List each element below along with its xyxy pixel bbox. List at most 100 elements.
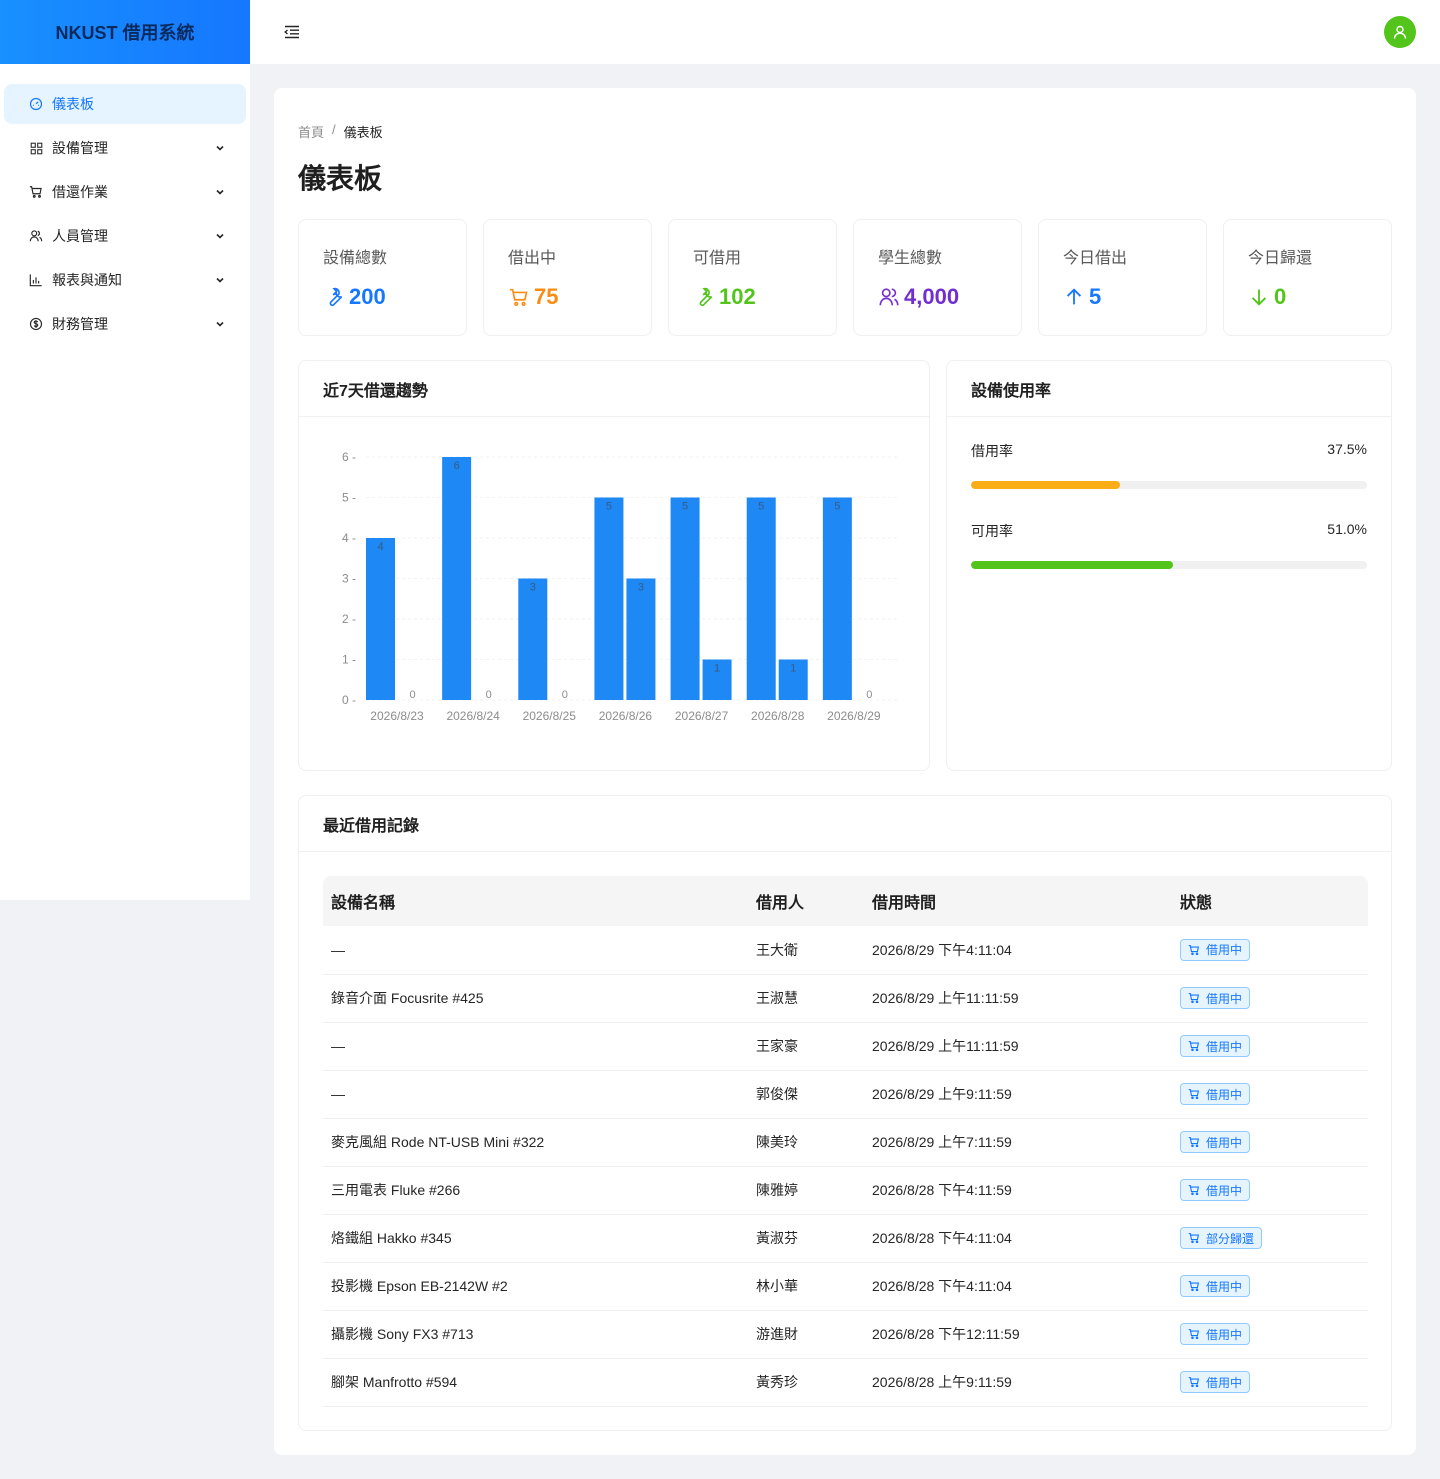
status-badge[interactable]: 借用中 <box>1180 1323 1251 1345</box>
cell-status: 借用中 <box>1172 1118 1368 1167</box>
user-icon <box>1393 25 1407 39</box>
column-header-time[interactable]: 借用時間 <box>864 876 1172 926</box>
bar-data-label: 0 <box>486 689 492 701</box>
cell-borrow-time: 2026/8/28 下午4:11:04 <box>864 1214 1172 1263</box>
breadcrumb-home[interactable]: 首頁 <box>298 122 324 141</box>
table-header-row: 設備名稱 借用人 借用時間 狀態 <box>323 876 1368 926</box>
shopping-cart-icon <box>28 184 44 200</box>
status-badge[interactable]: 借用中 <box>1180 1131 1251 1153</box>
page-title: 儀表板 <box>298 163 383 194</box>
sidebar-item-finance[interactable]: 財務管理 <box>4 304 246 344</box>
cell-borrower: 王家豪 <box>748 1022 864 1071</box>
progress-fill-borrow-rate <box>971 481 1120 489</box>
cell-borrower: 王淑慧 <box>748 974 864 1023</box>
x-tick-label: 2026/8/23 <box>370 709 424 723</box>
trend-card: 近7天借還趨勢 0 - 1 - 2 - 3 - 4 - 5 - 6 - 4 0 2026/8/23… <box>298 360 930 771</box>
status-badge[interactable]: 借用中 <box>1180 1035 1251 1057</box>
column-header-status[interactable]: 狀態 <box>1172 876 1368 926</box>
shopping-cart-icon <box>509 288 528 306</box>
dollar-icon <box>28 316 44 332</box>
usage-label: 借用率 <box>971 443 1013 459</box>
usage-card-title: 設備使用率 <box>947 361 1391 417</box>
cell-borrow-time: 2026/8/28 上午9:11:59 <box>864 1358 1172 1407</box>
bar <box>626 578 656 700</box>
stat-number: 0 <box>1274 284 1287 309</box>
bar-data-label: 3 <box>530 582 536 594</box>
cell-status: 借用中 <box>1172 926 1368 975</box>
cell-equipment-name: 三用電表 Fluke #266 <box>323 1166 748 1215</box>
table-row: — 王大衛 2026/8/29 下午4:11:04 借用中 <box>323 926 1368 975</box>
records-body: — 王大衛 2026/8/29 下午4:11:04 借用中 錄音介面 Focusrite… <box>323 926 1368 1407</box>
shopping-cart-icon <box>1188 1040 1200 1052</box>
cell-borrower: 王大衛 <box>748 926 864 975</box>
main-content: 首頁 / 儀表板 儀表板 設備總數 200 借出中 75 可借用 102 學生總… <box>274 88 1416 1455</box>
cell-equipment-name: — <box>323 926 748 975</box>
x-tick-label: 2026/8/28 <box>751 709 805 723</box>
menu-fold-button[interactable] <box>282 22 302 42</box>
status-badge[interactable]: 借用中 <box>1180 1275 1251 1297</box>
bar-data-label: 1 <box>714 663 720 675</box>
stat-card-today-returned: 今日歸還 0 <box>1223 219 1392 336</box>
shopping-cart-icon <box>1188 1232 1200 1244</box>
breadcrumb: 首頁 / 儀表板 <box>298 122 1392 141</box>
sidebar-item-label: 財務管理 <box>52 316 108 332</box>
x-tick-label: 2026/8/29 <box>827 709 881 723</box>
bar-data-label: 5 <box>682 501 688 513</box>
team-icon <box>879 288 899 306</box>
dashboard-icon <box>28 96 44 112</box>
status-badge[interactable]: 借用中 <box>1180 1371 1251 1393</box>
records-table: 設備名稱 借用人 借用時間 狀態 — 王大衛 2026/8/29 下午4:11:04… <box>323 876 1368 1407</box>
stat-value: 102 <box>693 284 812 310</box>
y-tick-label: 3 - <box>342 572 356 586</box>
stat-value: 200 <box>323 284 442 310</box>
stat-number: 5 <box>1089 284 1102 309</box>
table-row: 三用電表 Fluke #266 陳雅婷 2026/8/28 下午4:11:59 借用中 <box>323 1166 1368 1215</box>
cell-borrow-time: 2026/8/28 下午4:11:59 <box>864 1166 1172 1215</box>
bar-data-label: 0 <box>866 689 872 701</box>
usage-body: 借用率 37.5% 可用率 51.0% <box>947 417 1391 625</box>
shopping-cart-icon <box>1188 1088 1200 1100</box>
stat-title: 借出中 <box>508 250 557 267</box>
tool-icon <box>699 287 713 307</box>
bar-data-label: 6 <box>454 460 460 472</box>
sidebar-item-reports[interactable]: 報表與通知 <box>4 260 246 300</box>
user-avatar[interactable] <box>1384 16 1416 48</box>
stats-row: 設備總數 200 借出中 75 可借用 102 學生總數 4,000 今日借出 … <box>298 219 1392 336</box>
appstore-icon <box>28 140 44 156</box>
y-tick-label: 6 - <box>342 450 356 464</box>
status-badge[interactable]: 借用中 <box>1180 1179 1251 1201</box>
shopping-cart-icon <box>1188 1136 1200 1148</box>
stat-card-today-borrowed: 今日借出 5 <box>1038 219 1207 336</box>
cell-status: 借用中 <box>1172 1310 1368 1359</box>
table-row: 麥克風組 Rode NT-USB Mini #322 陳美玲 2026/8/29 上… <box>323 1118 1368 1167</box>
sidebar-item-equipment[interactable]: 設備管理 <box>4 128 246 168</box>
cell-equipment-name: 投影機 Epson EB-2142W #2 <box>323 1262 748 1311</box>
status-label: 借用中 <box>1206 991 1243 1006</box>
y-tick-label: 2 - <box>342 612 356 626</box>
usage-label: 可用率 <box>971 523 1013 539</box>
cell-borrower: 黃淑芬 <box>748 1214 864 1263</box>
column-header-borrower[interactable]: 借用人 <box>748 876 864 926</box>
table-row: — 郭俊傑 2026/8/29 上午9:11:59 借用中 <box>323 1070 1368 1119</box>
column-header-name[interactable]: 設備名稱 <box>323 876 748 926</box>
sidebar-item-borrow-return[interactable]: 借還作業 <box>4 172 246 212</box>
cell-borrow-time: 2026/8/29 上午9:11:59 <box>864 1070 1172 1119</box>
cell-borrower: 林小華 <box>748 1262 864 1311</box>
records-card: 最近借用記錄 設備名稱 借用人 借用時間 狀態 — 王大衛 2026/8/29 下午… <box>298 795 1392 1431</box>
sidebar-item-personnel[interactable]: 人員管理 <box>4 216 246 256</box>
stat-number: 200 <box>349 284 386 309</box>
status-badge[interactable]: 借用中 <box>1180 987 1251 1009</box>
top-header <box>250 0 1440 64</box>
stat-title: 設備總數 <box>323 250 388 267</box>
cell-equipment-name: 烙鐵組 Hakko #345 <box>323 1214 748 1263</box>
bar-data-label: 5 <box>758 501 764 513</box>
status-badge[interactable]: 借用中 <box>1180 938 1251 961</box>
status-badge[interactable]: 借用中 <box>1180 1083 1251 1105</box>
status-badge[interactable]: 部分歸還 <box>1180 1227 1263 1249</box>
stat-number: 4,000 <box>904 284 960 309</box>
app-logo[interactable]: NKUST 借用系統 <box>0 0 250 64</box>
bar <box>822 497 852 700</box>
sidebar-item-dashboard[interactable]: 儀表板 <box>4 84 246 124</box>
table-row: 腳架 Manfrotto #594 黃秀珍 2026/8/28 上午9:11:59 借… <box>323 1358 1368 1407</box>
stat-title: 今日借出 <box>1063 250 1128 267</box>
